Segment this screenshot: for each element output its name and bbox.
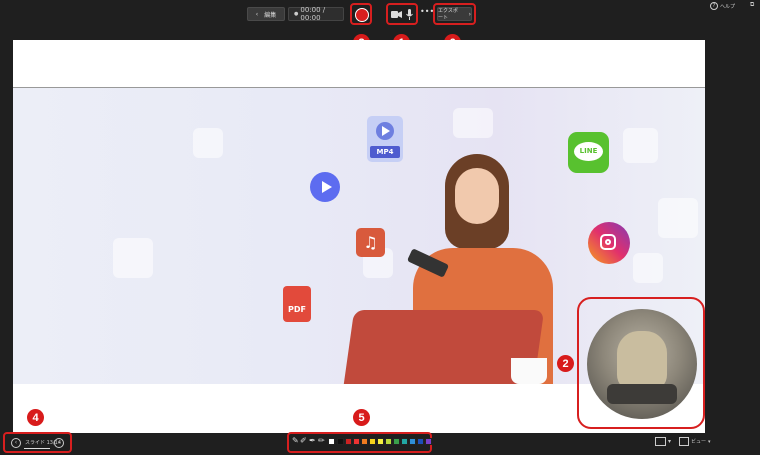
color-swatch[interactable] bbox=[409, 438, 416, 445]
color-swatch[interactable] bbox=[328, 438, 335, 445]
color-swatch[interactable] bbox=[353, 438, 360, 445]
color-swatch[interactable] bbox=[401, 438, 408, 445]
play-icon bbox=[310, 172, 340, 202]
edit-button[interactable]: ‹ 編集 bbox=[247, 7, 285, 21]
window-restore-icon[interactable]: ⧉ bbox=[750, 1, 754, 9]
color-swatch[interactable] bbox=[425, 438, 432, 445]
color-swatch[interactable] bbox=[361, 438, 368, 445]
chevron-down-icon: ▾ bbox=[708, 438, 711, 445]
record-button-highlight bbox=[350, 3, 372, 25]
export-highlight: エクスポート › bbox=[433, 3, 476, 25]
color-swatch[interactable] bbox=[393, 438, 400, 445]
next-slide-icon[interactable]: › bbox=[54, 438, 64, 448]
top-toolbar bbox=[0, 0, 760, 30]
slide-progress bbox=[24, 448, 50, 449]
view-icon bbox=[679, 437, 689, 446]
question-circle-icon: ? bbox=[710, 2, 718, 10]
recording-timer: ● 00:00 / 00:00 bbox=[288, 6, 344, 22]
camera-mic-highlight bbox=[386, 3, 418, 25]
music-note-icon: ♫ bbox=[356, 228, 385, 257]
eraser-icon[interactable]: ✏ bbox=[318, 436, 325, 445]
layout-dropdown[interactable]: ▾ bbox=[655, 437, 671, 446]
view-dropdown[interactable]: ビュー ▾ bbox=[679, 437, 711, 446]
record-button[interactable] bbox=[355, 8, 369, 22]
chevron-left-icon: ‹ bbox=[255, 10, 259, 18]
color-swatch[interactable] bbox=[377, 438, 384, 445]
color-swatch[interactable] bbox=[345, 438, 352, 445]
dot-icon: ● bbox=[294, 11, 299, 17]
chevron-down-icon: ▾ bbox=[668, 438, 672, 445]
slide-nav-highlight: ‹ スライド 13/14 › bbox=[3, 432, 72, 453]
color-swatch[interactable] bbox=[337, 438, 344, 445]
microphone-icon[interactable] bbox=[406, 9, 413, 20]
callout-5: 5 bbox=[353, 409, 370, 426]
webcam-overlay-highlight bbox=[577, 297, 705, 429]
color-swatch[interactable] bbox=[369, 438, 376, 445]
instagram-icon bbox=[588, 222, 630, 264]
person-frame-icon bbox=[655, 437, 666, 446]
marker-icon[interactable]: ✒ bbox=[309, 436, 316, 445]
highlighter-icon[interactable]: ✐ bbox=[300, 436, 307, 445]
pdf-file-icon: PDF bbox=[283, 286, 311, 322]
chevron-right-icon: › bbox=[468, 10, 471, 18]
color-swatch[interactable] bbox=[417, 438, 424, 445]
export-button[interactable]: エクスポート › bbox=[437, 7, 472, 21]
color-swatch[interactable] bbox=[385, 438, 392, 445]
help-link[interactable]: ? ヘルプ bbox=[710, 2, 735, 10]
pen-icon[interactable]: ✎ bbox=[292, 436, 299, 445]
camera-icon[interactable] bbox=[391, 10, 402, 19]
previous-slide-icon[interactable]: ‹ bbox=[11, 438, 21, 448]
coffee-cup bbox=[511, 358, 547, 384]
callout-4: 4 bbox=[27, 409, 44, 426]
callout-2: 2 bbox=[557, 355, 574, 372]
webcam-preview[interactable] bbox=[587, 309, 697, 419]
